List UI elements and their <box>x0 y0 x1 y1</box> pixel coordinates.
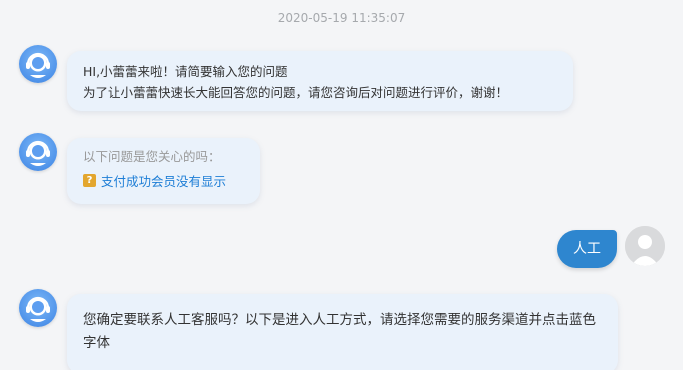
message-line: HI,小蕾蕾来啦！请简要输入您的问题 <box>83 64 288 79</box>
bot-message-transfer: 您确定要联系人工客服吗？以下是进入人工方式，请选择您需要的服务渠道并点击蓝色字体 <box>67 294 618 370</box>
bot-message-faq: 以下问题是您关心的吗： ? 支付成功会员没有显示 <box>67 138 260 204</box>
bot-avatar <box>19 133 57 171</box>
faq-intro-text: 以下问题是您关心的吗： <box>83 149 221 164</box>
bot-avatar <box>19 45 57 83</box>
user-message: 人工 <box>557 230 617 268</box>
message-line: 为了让小蕾蕾快速长大能回答您的问题，请您咨询后对问题进行评价，谢谢！ <box>83 85 509 100</box>
bot-avatar <box>19 289 57 327</box>
bot-message-greeting: HI,小蕾蕾来啦！请简要输入您的问题 为了让小蕾蕾快速长大能回答您的问题，请您咨… <box>67 51 573 111</box>
message-text: 您确定要联系人工客服吗？以下是进入人工方式，请选择您需要的服务渠道并点击蓝色字体 <box>83 312 596 351</box>
question-icon: ? <box>83 174 96 187</box>
support-agent-icon <box>26 296 50 322</box>
faq-item[interactable]: ? 支付成功会员没有显示 <box>83 171 260 190</box>
message-timestamp: 2020-05-19 11:35:07 <box>277 11 406 25</box>
faq-link[interactable]: 支付成功会员没有显示 <box>101 171 226 190</box>
user-avatar-icon <box>625 226 665 266</box>
chat-window: 2020-05-19 11:35:07 HI,小蕾蕾来啦！请简要输入您的问题 为… <box>0 0 683 370</box>
support-agent-icon <box>26 140 50 166</box>
support-agent-icon <box>26 52 50 78</box>
user-avatar <box>625 226 665 266</box>
